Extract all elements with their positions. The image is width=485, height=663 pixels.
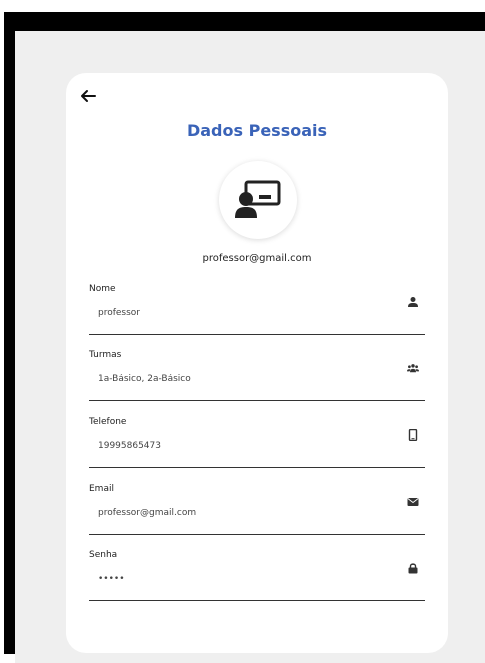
password-label: Senha — [89, 550, 118, 560]
window-frame: Dados Pessoais professor@gmail.com Nome — [4, 12, 485, 663]
profile-card: Dados Pessoais professor@gmail.com Nome — [66, 73, 448, 653]
name-field: Nome — [89, 284, 425, 335]
users-icon — [407, 364, 419, 373]
password-input[interactable] — [98, 574, 378, 584]
back-arrow-icon[interactable] — [79, 87, 97, 105]
phone-label: Telefone — [89, 417, 127, 427]
lock-icon — [408, 563, 418, 574]
profile-email: professor@gmail.com — [202, 253, 312, 264]
page-title: Dados Pessoais — [186, 121, 328, 140]
avatar[interactable] — [219, 161, 297, 239]
phone-icon — [408, 429, 418, 441]
email-label: Email — [89, 484, 114, 494]
user-icon — [408, 297, 418, 307]
name-label: Nome — [89, 284, 116, 294]
teacher-icon — [235, 180, 281, 218]
app-viewport: Dados Pessoais professor@gmail.com Nome — [15, 31, 485, 663]
name-input[interactable] — [98, 308, 378, 318]
email-input[interactable] — [98, 508, 378, 518]
phone-field: Telefone — [89, 417, 425, 468]
classes-field: Turmas — [89, 350, 425, 401]
phone-input[interactable] — [98, 441, 378, 451]
envelope-icon — [407, 498, 419, 506]
classes-input[interactable] — [98, 374, 378, 384]
email-field: Email — [89, 484, 425, 535]
password-field: Senha — [89, 550, 425, 601]
classes-label: Turmas — [89, 350, 122, 360]
